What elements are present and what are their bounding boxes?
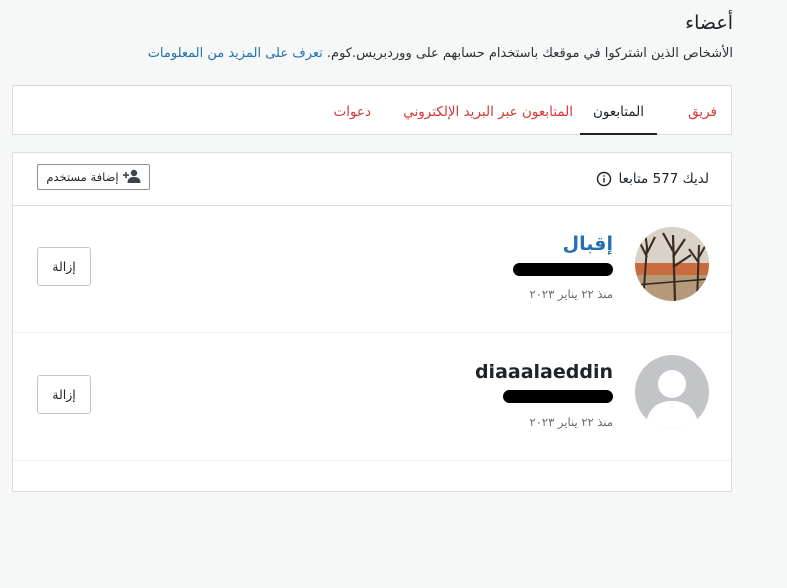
subtitle-text: الأشخاص الذين اشتركوا في موقعك باستخدام … <box>326 46 733 61</box>
default-avatar-icon <box>635 355 709 429</box>
followers-list: لديك 577 متابعا إضافة مستخدم إقبال منذ ٢… <box>12 152 732 492</box>
follower-row: إقبال منذ ٢٢ يناير ٢٠٢٣ إزالة <box>13 205 731 333</box>
avatar <box>635 227 709 301</box>
follower-since: منذ ٢٢ يناير ٢٠٢٣ <box>529 415 613 429</box>
list-header: لديك 577 متابعا إضافة مستخدم <box>13 153 731 206</box>
add-user-button[interactable]: إضافة مستخدم <box>37 164 150 190</box>
page-title: أعضاء <box>685 12 733 34</box>
tab-invites[interactable]: دعوات <box>333 86 371 135</box>
page-subtitle: الأشخاص الذين اشتركوا في موقعك باستخدام … <box>33 46 733 61</box>
follower-count-text: لديك 577 متابعا <box>618 171 709 187</box>
follower-row <box>13 461 731 588</box>
tab-team[interactable]: فريق <box>688 86 717 135</box>
redacted-handle <box>513 263 613 276</box>
add-user-icon <box>122 169 141 186</box>
follower-since: منذ ٢٢ يناير ٢٠٢٣ <box>529 287 613 301</box>
remove-button[interactable]: إزالة <box>37 375 91 414</box>
learn-more-link[interactable]: تعرف على المزيد من المعلومات <box>148 46 323 61</box>
follower-name[interactable]: diaaalaeddin <box>475 361 613 383</box>
follower-name[interactable]: إقبال <box>563 233 613 255</box>
tabs-bar: فريق المتابعون المتابعون عبر البريد الإل… <box>12 85 732 135</box>
tab-email-followers[interactable]: المتابعون عبر البريد الإلكتروني <box>403 86 573 135</box>
remove-button[interactable]: إزالة <box>37 247 91 286</box>
redacted-handle <box>503 390 613 403</box>
add-user-label: إضافة مستخدم <box>46 170 119 184</box>
follower-count: لديك 577 متابعا <box>596 171 709 187</box>
info-icon[interactable] <box>596 171 612 187</box>
tab-followers[interactable]: المتابعون <box>579 86 657 135</box>
follower-row: diaaalaeddin منذ ٢٢ يناير ٢٠٢٣ إزالة <box>13 333 731 461</box>
